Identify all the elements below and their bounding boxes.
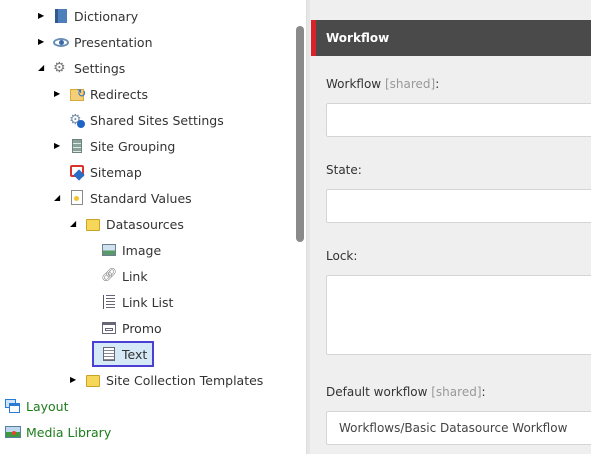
content-editor: Workflow Workflow [shared]: State: Lock:… bbox=[310, 0, 591, 454]
tree-item-link-list[interactable]: Link List bbox=[101, 291, 173, 313]
tree-item-promo[interactable]: Promo bbox=[101, 317, 162, 339]
tree-item-shared-sites-settings[interactable]: ⚙ Shared Sites Settings bbox=[69, 109, 224, 131]
text-icon bbox=[101, 346, 117, 362]
media-library-icon bbox=[5, 424, 21, 440]
promo-icon bbox=[101, 320, 117, 336]
document-icon bbox=[69, 190, 85, 206]
section-header-workflow[interactable]: Workflow bbox=[311, 20, 591, 56]
workflow-field[interactable] bbox=[326, 103, 591, 137]
tree-item-link[interactable]: 🔗︎ Link bbox=[101, 265, 148, 287]
gears-icon: ⚙ bbox=[53, 60, 66, 76]
tree-item-image[interactable]: Image bbox=[101, 239, 161, 261]
lock-label: Lock: bbox=[326, 249, 358, 263]
expand-arrow-icon[interactable]: ▶ bbox=[70, 375, 80, 385]
tree-item-datasources[interactable]: ◢ Datasources bbox=[70, 213, 184, 235]
settings-info-icon: ⚙ bbox=[69, 112, 85, 128]
tree-item-presentation[interactable]: ▶ Presentation bbox=[38, 31, 153, 53]
tree-item-site-grouping[interactable]: ▶ Site Grouping bbox=[54, 135, 175, 157]
expand-arrow-icon[interactable]: ▶ bbox=[54, 89, 64, 99]
expand-arrow-icon[interactable]: ▶ bbox=[54, 141, 64, 151]
lock-field[interactable] bbox=[326, 275, 591, 355]
tree-scrollbar[interactable] bbox=[296, 26, 304, 242]
tree-item-standard-values[interactable]: ◢ Standard Values bbox=[54, 187, 192, 209]
state-field[interactable] bbox=[326, 189, 591, 223]
tree-item-redirects[interactable]: ▶ ↻ Redirects bbox=[54, 83, 148, 105]
sitemap-icon bbox=[69, 164, 85, 181]
list-icon bbox=[101, 294, 117, 310]
content-tree: ▶ Dictionary ▶ Presentation ◢ ⚙ Settings… bbox=[0, 0, 294, 454]
eye-icon bbox=[53, 34, 69, 50]
layout-icon bbox=[5, 398, 21, 414]
collapse-arrow-icon[interactable]: ◢ bbox=[70, 219, 80, 229]
redirect-folder-icon: ↻ bbox=[69, 86, 86, 102]
tree-item-site-collection-templates[interactable]: ▶ Site Collection Templates bbox=[70, 369, 263, 391]
list-stack-icon bbox=[69, 138, 85, 154]
state-label: State: bbox=[326, 163, 362, 177]
collapse-arrow-icon[interactable]: ◢ bbox=[38, 63, 48, 73]
tree-item-media-library[interactable]: Media Library bbox=[5, 421, 111, 443]
book-icon bbox=[53, 8, 69, 24]
tree-item-dictionary[interactable]: ▶ Dictionary bbox=[38, 5, 138, 27]
tree-item-text[interactable]: Text bbox=[101, 343, 147, 365]
default-workflow-select[interactable]: Workflows/Basic Datasource Workflow bbox=[326, 411, 591, 445]
expand-arrow-icon[interactable]: ▶ bbox=[38, 37, 48, 47]
collapse-arrow-icon[interactable]: ◢ bbox=[54, 193, 64, 203]
folder-icon bbox=[85, 216, 101, 232]
image-icon bbox=[101, 242, 117, 258]
workflow-label: Workflow [shared]: bbox=[326, 77, 440, 91]
default-workflow-label: Default workflow [shared]: bbox=[326, 385, 486, 399]
link-icon: 🔗︎ bbox=[101, 268, 118, 283]
tree-item-layout[interactable]: Layout bbox=[5, 395, 69, 417]
tree-item-sitemap[interactable]: Sitemap bbox=[69, 161, 142, 183]
expand-arrow-icon[interactable]: ▶ bbox=[38, 11, 48, 21]
tree-item-settings[interactable]: ◢ ⚙ Settings bbox=[38, 57, 125, 79]
folder-icon bbox=[85, 372, 101, 388]
